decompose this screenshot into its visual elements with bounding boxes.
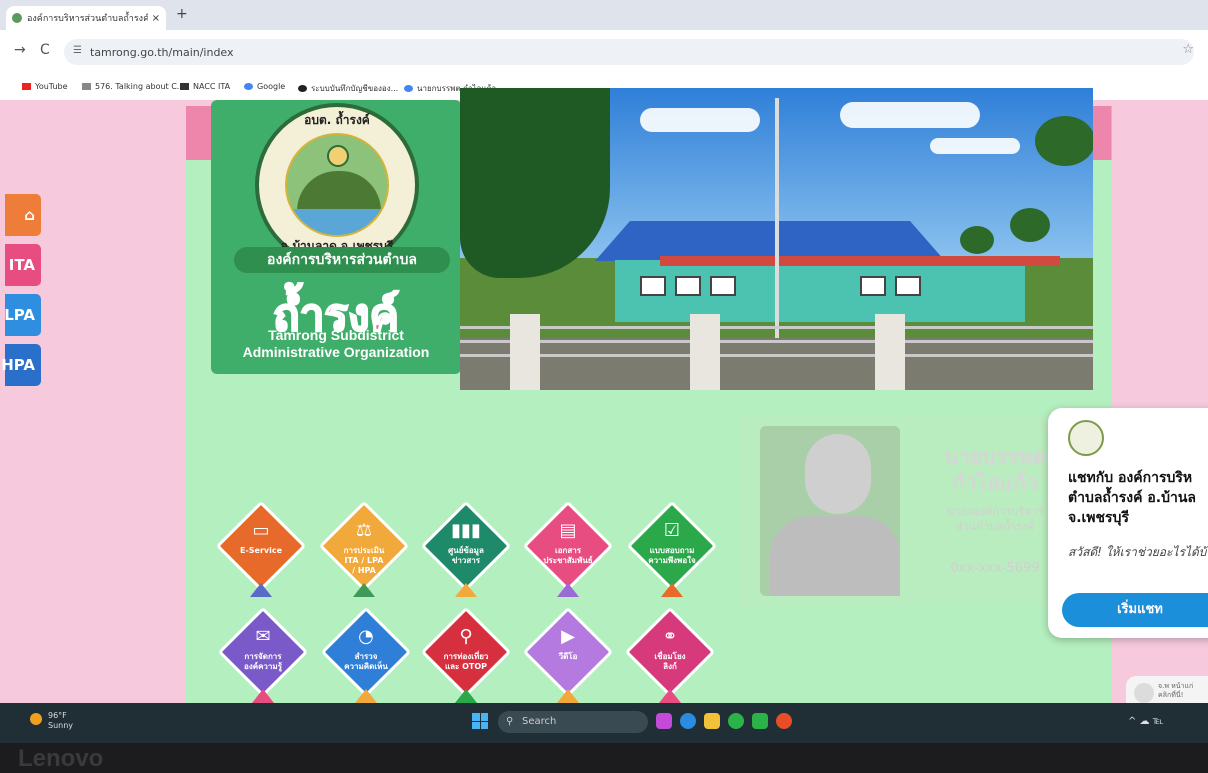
screen: องค์การบริหารส่วนตำบลถ้ำรงค์ อ.บ้าน × + …	[0, 0, 1208, 743]
chat-org-logo	[1068, 420, 1104, 456]
service-kite-kites_row2-4[interactable]: ⚭ เชื่อมโยง ลิงก์	[622, 604, 718, 703]
kite-label: การประเมิน ITA / LPA / HPA	[343, 546, 385, 575]
kite-label: เอกสาร ประชาสัมพันธ์	[543, 546, 593, 565]
kite-icon: ⚲	[459, 626, 473, 647]
url-field[interactable]: ☰ tamrong.go.th/main/index	[64, 39, 1194, 65]
service-kite-kites_row1-1[interactable]: ⚖ การประเมิน ITA / LPA / HPA	[316, 498, 412, 597]
kite-icon: ⚖	[355, 520, 373, 541]
page-icon	[82, 83, 91, 90]
kite-label: สำรวจ ความคิดเห็น	[344, 652, 388, 671]
new-tab-button[interactable]: +	[176, 6, 188, 22]
service-kite-kites_row2-2[interactable]: ⚲ การท่องเที่ยว และ OTOP	[418, 604, 514, 703]
org-english-line1: Tamrong Subdistrict	[268, 327, 404, 343]
bookmark-star-icon[interactable]: ☆	[1182, 42, 1194, 57]
site-info-icon[interactable]: ☰	[73, 45, 82, 56]
start-button-icon[interactable]	[472, 713, 488, 729]
service-kite-kites_row1-3[interactable]: ▤ เอกสาร ประชาสัมพันธ์	[520, 498, 616, 597]
mayor-card: นายบรรพต กำไลแก้ว นายกองค์การบริหาร ส่วน…	[740, 416, 1084, 606]
org-english-line2: Administrative Organization	[242, 344, 430, 360]
globe-icon	[298, 85, 307, 92]
mayor-photo	[760, 426, 900, 596]
tab-close-icon[interactable]: ×	[152, 13, 160, 24]
kite-label: การท่องเที่ยว และ OTOP	[443, 652, 489, 671]
tab-title: องค์การบริหารส่วนตำบลถ้ำรงค์ อ.บ้าน	[27, 14, 148, 24]
start-chat-button[interactable]: เริ่มแชท	[1062, 593, 1208, 627]
bookmark-google[interactable]: Google	[244, 82, 285, 91]
kite-icon: ▶	[561, 626, 575, 647]
kite-icon: ◔	[358, 626, 374, 647]
kite-icon: ⚭	[662, 626, 678, 647]
side-tab-3[interactable]: HPA	[1, 344, 41, 386]
site-favicon-icon	[12, 13, 22, 23]
forward-arrow-icon[interactable]: →	[14, 42, 26, 58]
chat-title: แชทกับ องค์การบริห ตำบลถ้ำรงค์ อ.บ้านล จ…	[1068, 470, 1196, 526]
file-explorer-icon[interactable]	[704, 713, 720, 729]
service-kite-kites_row2-0[interactable]: ✉ การจัดการ องค์ความรู้	[215, 604, 311, 703]
search-icon: ⚲	[506, 716, 514, 727]
side-tab-1[interactable]: ITA	[5, 244, 41, 286]
bookmark-nacc-ita[interactable]: NACC ITA	[180, 82, 230, 91]
kite-label: การจัดการ องค์ความรู้	[244, 652, 282, 671]
kite-icon: ▮▮▮	[451, 520, 481, 541]
bookmark-youtube[interactable]: YouTube	[22, 82, 68, 91]
side-tab-0[interactable]: ⌂	[5, 194, 41, 236]
kite-label: เชื่อมโยง ลิงก์	[654, 652, 686, 671]
kite-label: ศูนย์ข้อมูล ข่าวสาร	[448, 546, 484, 565]
reload-icon[interactable]: C	[40, 42, 50, 58]
seal-emblem	[285, 133, 389, 237]
service-kite-kites_row2-1[interactable]: ◔ สำรวจ ความคิดเห็น	[318, 604, 414, 703]
copilot-icon[interactable]	[656, 713, 672, 729]
weather-widget[interactable]: 96°F Sunny	[48, 711, 73, 731]
bookmark-accounting[interactable]: ระบบบันทึกบัญชีขององ...	[298, 82, 398, 95]
taskbar-search[interactable]: ⚲ Search	[498, 711, 648, 733]
browser-tab[interactable]: องค์การบริหารส่วนตำบลถ้ำรงค์ อ.บ้าน ×	[6, 6, 166, 30]
spotify-icon[interactable]	[728, 713, 744, 729]
seal-top-text: อบต. ถ้ำรงค์	[304, 113, 370, 127]
chrome-browser-icon[interactable]	[776, 713, 792, 729]
kite-icon: ▤	[559, 520, 577, 541]
kite-icon: ☑	[663, 520, 681, 541]
edge-browser-icon[interactable]	[680, 713, 696, 729]
url-text: tamrong.go.th/main/index	[90, 45, 234, 59]
service-kite-kites_row1-2[interactable]: ▮▮▮ ศูนย์ข้อมูล ข่าวสาร	[418, 498, 514, 597]
org-thai-label: องค์การบริหารส่วนตำบล	[234, 247, 450, 273]
service-kite-kites_row2-3[interactable]: ▶ วีดีโอ	[520, 604, 616, 703]
youtube-icon	[22, 83, 31, 90]
org-seal-logo: อบต. ถ้ำรงค์ อ.บ้านลาด จ.เพชรบุรี	[255, 103, 419, 267]
laptop-brand-logo: Lenovo	[18, 745, 104, 772]
kite-label: E-Service	[239, 546, 283, 555]
chat-greeting: สวัสดี! ให้เราช่วยอะไรได้บ้าง	[1068, 545, 1208, 559]
kite-label: วีดีโอ	[558, 652, 578, 661]
mayor-phone: 0xx-xxx-5699	[950, 561, 1040, 576]
service-kite-kites_row1-4[interactable]: ☑ แบบสอบถาม ความพึงพอใจ	[624, 498, 720, 597]
bookmark-talking[interactable]: 576. Talking about C...	[82, 82, 184, 91]
chat-avatar-icon	[1134, 683, 1154, 703]
chat-widget: แชทกับ องค์การบริห ตำบลถ้ำรงค์ อ.บ้านล จ…	[1048, 408, 1208, 638]
hero-photo	[460, 88, 1093, 390]
weather-sun-icon[interactable]	[30, 713, 42, 725]
kite-icon: ✉	[255, 626, 271, 647]
kite-icon: ▭	[252, 520, 270, 541]
side-tab-2[interactable]: LPA	[4, 294, 41, 336]
line-app-icon[interactable]	[752, 713, 768, 729]
windows-taskbar: 96°F Sunny ⚲ Search ^ ☁ ℡	[0, 703, 1208, 743]
google-icon	[404, 85, 413, 92]
mini-chat-text: จ.พ หน้าแก่ คลิกที่นี่!	[1158, 682, 1194, 699]
address-bar-row: → C ☰ tamrong.go.th/main/index ☆	[0, 30, 1208, 74]
nacc-icon	[180, 83, 189, 90]
browser-tab-bar: องค์การบริหารส่วนตำบลถ้ำรงค์ อ.บ้าน × +	[0, 0, 1208, 30]
kite-label: แบบสอบถาม ความพึงพอใจ	[648, 546, 696, 565]
google-icon	[244, 83, 253, 90]
system-tray[interactable]: ^ ☁ ℡	[1128, 716, 1163, 727]
service-kite-kites_row1-0[interactable]: ▭ E-Service	[213, 498, 309, 597]
